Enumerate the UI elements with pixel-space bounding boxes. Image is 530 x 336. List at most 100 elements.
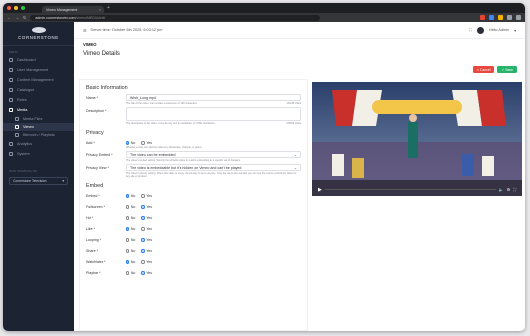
name-help: The title of the video. Can contain a ma… [126, 102, 198, 105]
close-window-button[interactable] [7, 6, 11, 10]
network-select[interactable]: Cornerstone Television ▾ [9, 177, 68, 185]
playlist-icon [15, 133, 19, 137]
radio-label: Yes [146, 205, 152, 209]
url-host: admin.cornerstonetv.com [35, 15, 76, 20]
radio-label: No [130, 227, 136, 231]
radio-yes[interactable]: Yes [141, 227, 152, 231]
add-radio-no[interactable]: No [126, 141, 135, 145]
logo[interactable]: CORNERSTONE [3, 22, 74, 46]
extension-icon[interactable] [507, 15, 512, 20]
sidebar-item-user-management[interactable]: User Management [3, 65, 74, 75]
radio-yes[interactable]: Yes [141, 249, 152, 253]
radio-yes[interactable]: Yes [141, 271, 152, 275]
sidebar-item-label: Dashboard [17, 58, 36, 62]
cancel-button[interactable]: × Cancel [472, 66, 495, 73]
radio-no[interactable]: No [126, 249, 135, 253]
privacy-view-select[interactable]: The video is embeddable but it's hidden … [126, 164, 301, 171]
menu-toggle-icon[interactable]: ☰ [83, 28, 86, 33]
radio-yes[interactable]: Yes [141, 194, 152, 198]
cancel-label: Cancel [479, 67, 491, 72]
description-textarea[interactable] [126, 107, 301, 121]
sidebar-item-dashboard[interactable]: Dashboard [3, 55, 74, 65]
sidebar-subitem-bitmovin[interactable]: Bitmovin / Playlists [3, 131, 74, 139]
browser-tab[interactable]: Vimeo Management × [42, 6, 104, 13]
extension-icon[interactable] [489, 15, 494, 20]
forward-icon[interactable]: → [15, 15, 19, 20]
video-frame [312, 82, 522, 196]
save-label: Save [505, 67, 513, 72]
radio-yes[interactable]: Yes [141, 205, 152, 209]
chevron-down-icon: ▾ [62, 179, 64, 183]
sidebar-item-analytics[interactable]: Analytics [3, 139, 74, 149]
app-root: CORNERSTONE MENU Dashboard User Manageme… [3, 22, 525, 331]
back-icon[interactable]: ← [7, 15, 11, 20]
name-input[interactable]: Wish_Long.mp4 [126, 94, 301, 101]
volume-icon[interactable]: 🔈 [499, 187, 504, 192]
sidebar-subitem-vimeo[interactable]: Vimeo [3, 123, 74, 131]
radio-label: Yes [146, 249, 152, 253]
embed-radio-group: No Yes [126, 269, 301, 275]
radio-off-icon [126, 271, 130, 275]
embed-field-label: Playbar * [86, 271, 101, 275]
fullscreen-icon[interactable]: ⛶ [513, 187, 516, 192]
radio-no[interactable]: No [126, 271, 135, 275]
avatar[interactable] [476, 26, 484, 34]
fullscreen-icon[interactable]: ⛶ [469, 28, 472, 32]
radio-yes[interactable]: Yes [141, 260, 152, 264]
chevron-down-icon: ⌄ [293, 152, 297, 157]
radio-label: No [130, 271, 136, 275]
add-radio-group: No Yes [126, 139, 301, 145]
system-icon [9, 152, 13, 156]
sidebar-item-label: Vimeo [23, 125, 34, 129]
chevron-down-icon: ▾ [514, 28, 516, 33]
radio-label: No [130, 249, 136, 253]
sidebar-item-system[interactable]: System [3, 149, 74, 159]
radio-no[interactable]: No [126, 194, 135, 198]
radio-off-icon [141, 194, 145, 198]
extension-icon[interactable] [480, 15, 485, 20]
profile-icon[interactable] [516, 15, 521, 20]
sidebar-item-roles[interactable]: Roles [3, 95, 74, 105]
sidebar-subitem-media-files[interactable]: Media Files [3, 115, 74, 123]
vimeo-icon [15, 125, 19, 129]
chevron-down-icon: ⌄ [293, 165, 297, 170]
radio-no[interactable]: No [126, 238, 135, 242]
radio-no[interactable]: No [126, 227, 135, 231]
embed-field-label: Like * [86, 227, 95, 231]
radio-no[interactable]: No [126, 216, 135, 220]
embed-fields: Embed * No Yes Fullscreen * No Yes Hd * No Yes Li… [86, 192, 301, 278]
url-field[interactable]: admin.cornerstonetv.com /vimeo/MEDIA/edi… [30, 14, 321, 21]
radio-label: No [130, 194, 136, 198]
sidebar-item-catalogue[interactable]: Catalogue [3, 85, 74, 95]
reload-icon[interactable]: ↻ [23, 15, 26, 20]
description-help: The description of the video. It can be … [126, 122, 216, 125]
radio-yes[interactable]: Yes [141, 216, 152, 220]
radio-off-icon [141, 141, 145, 145]
close-tab-icon[interactable]: × [99, 8, 101, 12]
sidebar-item-label: Media Files [23, 117, 43, 121]
url-path: /vimeo/MEDIA/edit [75, 15, 106, 20]
radio-label: No [130, 141, 136, 145]
user-name[interactable]: Hello Admin [489, 28, 509, 32]
save-button[interactable]: ✓ Save [497, 66, 517, 73]
privacy-embed-select[interactable]: The video can be embedded ⌄ [126, 151, 301, 158]
sidebar-item-media[interactable]: Media [3, 105, 74, 115]
progress-bar[interactable] [324, 188, 496, 191]
new-tab-icon[interactable]: + [107, 5, 110, 11]
radio-yes[interactable]: Yes [141, 238, 152, 242]
video-preview[interactable]: ▶ 🔈 ⚙ ⛶ [312, 82, 522, 196]
name-row: Name * Wish_Long.mp4 The title of the vi… [86, 94, 301, 105]
embed-field-label: Watchlater * [86, 260, 106, 264]
embed-field-row: Share * No Yes [86, 247, 301, 256]
sidebar-item-content-management[interactable]: Content Management [3, 75, 74, 85]
add-radio-yes[interactable]: Yes [141, 141, 152, 145]
minimize-window-button[interactable] [14, 6, 18, 10]
sidebar-item-label: Catalogue [17, 88, 35, 92]
radio-no[interactable]: No [126, 260, 135, 264]
radio-no[interactable]: No [126, 205, 135, 209]
extension-icon[interactable] [498, 15, 503, 20]
play-icon[interactable]: ▶ [318, 187, 322, 193]
settings-icon[interactable]: ⚙ [507, 187, 511, 192]
zoom-window-button[interactable] [21, 6, 25, 10]
embed-radio-group: No Yes [126, 236, 301, 242]
